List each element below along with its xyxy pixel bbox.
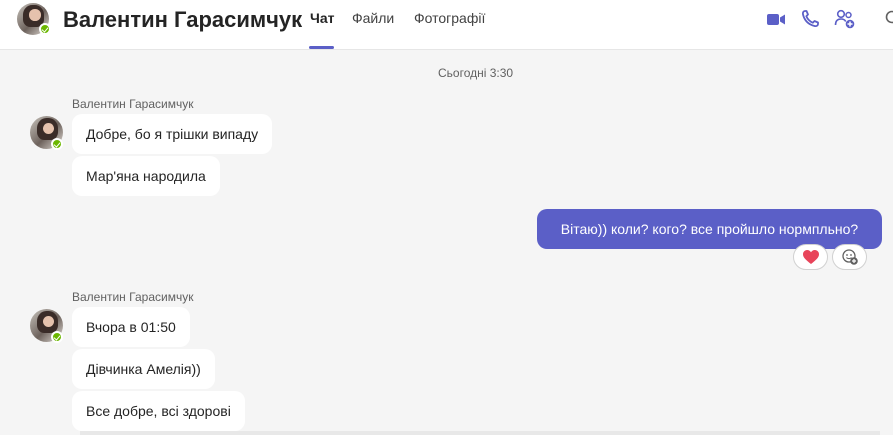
message-bubble[interactable]: Все добре, всі здорові [72,391,245,431]
heart-icon [802,250,819,264]
tab-files[interactable]: Файли [352,10,394,26]
audio-call-icon[interactable] [800,9,820,29]
presence-available-icon [51,138,63,150]
active-tab-indicator [309,46,334,49]
add-people-icon[interactable] [834,9,856,29]
message-bubble[interactable]: Вчора в 01:50 [72,307,190,347]
message-bubble[interactable]: Добре, бо я трішки випаду [72,114,273,154]
message-bubble[interactable]: Мар'яна народила [72,156,220,196]
message-bubble[interactable]: Дівчинка Амелія)) [72,349,215,389]
chat-header: Валентин Гарасимчук Чат Файли Фотографії [0,0,893,50]
reaction-heart[interactable] [793,244,828,270]
presence-available-icon [51,331,63,343]
my-message-bubble[interactable]: Вітаю)) коли? кого? все пройшло нормпльн… [537,209,882,249]
video-call-icon[interactable] [766,9,786,29]
sender-name: Валентин Гарасимчук [72,97,194,111]
presence-available-icon [39,23,51,35]
search-icon[interactable] [884,9,893,29]
timestamp-divider: Сьогодні 3:30 [438,66,514,80]
sender-name: Валентин Гарасимчук [72,290,194,304]
composer-edge [80,431,880,435]
page-title: Валентин Гарасимчук [63,7,303,32]
add-reaction-button[interactable] [832,244,867,270]
tab-chat[interactable]: Чат [310,10,334,26]
add-reaction-icon [841,249,858,265]
tab-photos[interactable]: Фотографії [414,10,485,26]
